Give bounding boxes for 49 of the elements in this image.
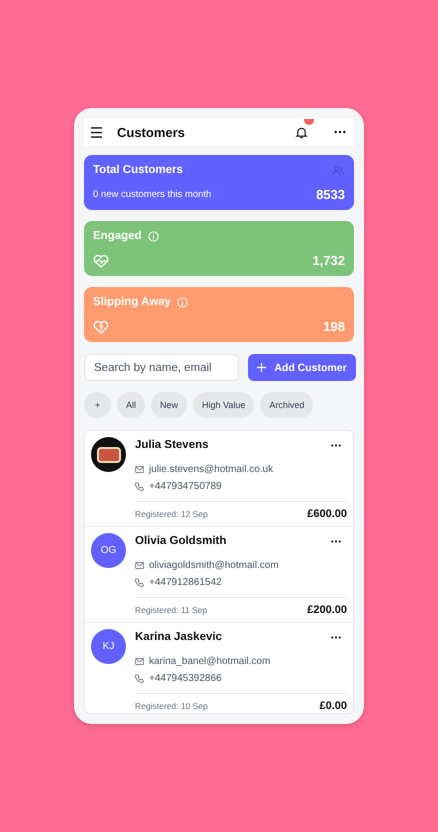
customer-name: Julia Stevens: [135, 439, 209, 451]
registered-date: Registered: 12 Sep: [135, 509, 208, 519]
filter-chip[interactable]: High Value: [193, 392, 254, 418]
customer-email: karina_banel@hotmail.com: [149, 656, 270, 667]
registered-date: Registered: 10 Sep: [135, 701, 208, 711]
more-icon[interactable]: [331, 636, 341, 638]
users-icon: [332, 164, 345, 176]
page-title: Customers: [117, 124, 185, 140]
filter-chip[interactable]: +: [84, 392, 111, 418]
customer-phone: +447945392866: [149, 673, 222, 684]
filter-chip[interactable]: All: [117, 392, 146, 418]
customer-amount: £0.00: [319, 700, 347, 712]
stat-value: 1,732: [312, 253, 345, 268]
avatar-initials: OG: [91, 533, 126, 568]
filter-chip[interactable]: New: [151, 392, 188, 418]
customer-phone: +447912861542: [149, 577, 222, 588]
avatar-initials: KJ: [91, 629, 126, 664]
filter-chip[interactable]: Archived: [260, 392, 314, 418]
stat-title: Slipping Away: [93, 296, 171, 308]
stat-subtitle: 0 new customers this month: [93, 189, 212, 200]
photo-placeholder: [91, 437, 126, 472]
customer-amount: £600.00: [307, 508, 347, 520]
phone-icon: [135, 674, 144, 683]
more-icon[interactable]: [331, 540, 341, 542]
stat-value: 198: [323, 319, 345, 334]
broken-heart-icon: [93, 320, 109, 334]
mail-icon: [135, 658, 144, 665]
customer-name: Olivia Goldsmith: [135, 535, 226, 547]
stat-title: Engaged: [93, 230, 142, 242]
bell-icon[interactable]: [295, 126, 308, 138]
add-customer-button[interactable]: Add Customer: [248, 354, 356, 381]
customer-phone: +447934750789: [149, 481, 222, 492]
stat-value: 8533: [316, 187, 345, 202]
more-icon[interactable]: [331, 444, 341, 446]
phone-icon: [135, 482, 144, 491]
customer-amount: £200.00: [307, 604, 347, 616]
stat-title: Total Customers: [93, 164, 183, 176]
plus-icon: [257, 363, 266, 372]
registered-date: Registered: 11 Sep: [135, 605, 208, 615]
mail-icon: [135, 466, 144, 473]
customer-email: oliviagoldsmith@hotmail.com: [149, 560, 279, 571]
heart-pulse-icon: [93, 254, 109, 268]
more-icon[interactable]: [334, 130, 346, 134]
customer-name: Karina Jaskevic: [135, 631, 222, 643]
search-field[interactable]: Search by name, email: [84, 354, 239, 381]
menu-icon[interactable]: [90, 126, 103, 138]
phone-icon: [135, 578, 144, 587]
customer-email: julie.stevens@hotmail.co.uk: [149, 464, 274, 475]
mail-icon: [135, 562, 144, 569]
